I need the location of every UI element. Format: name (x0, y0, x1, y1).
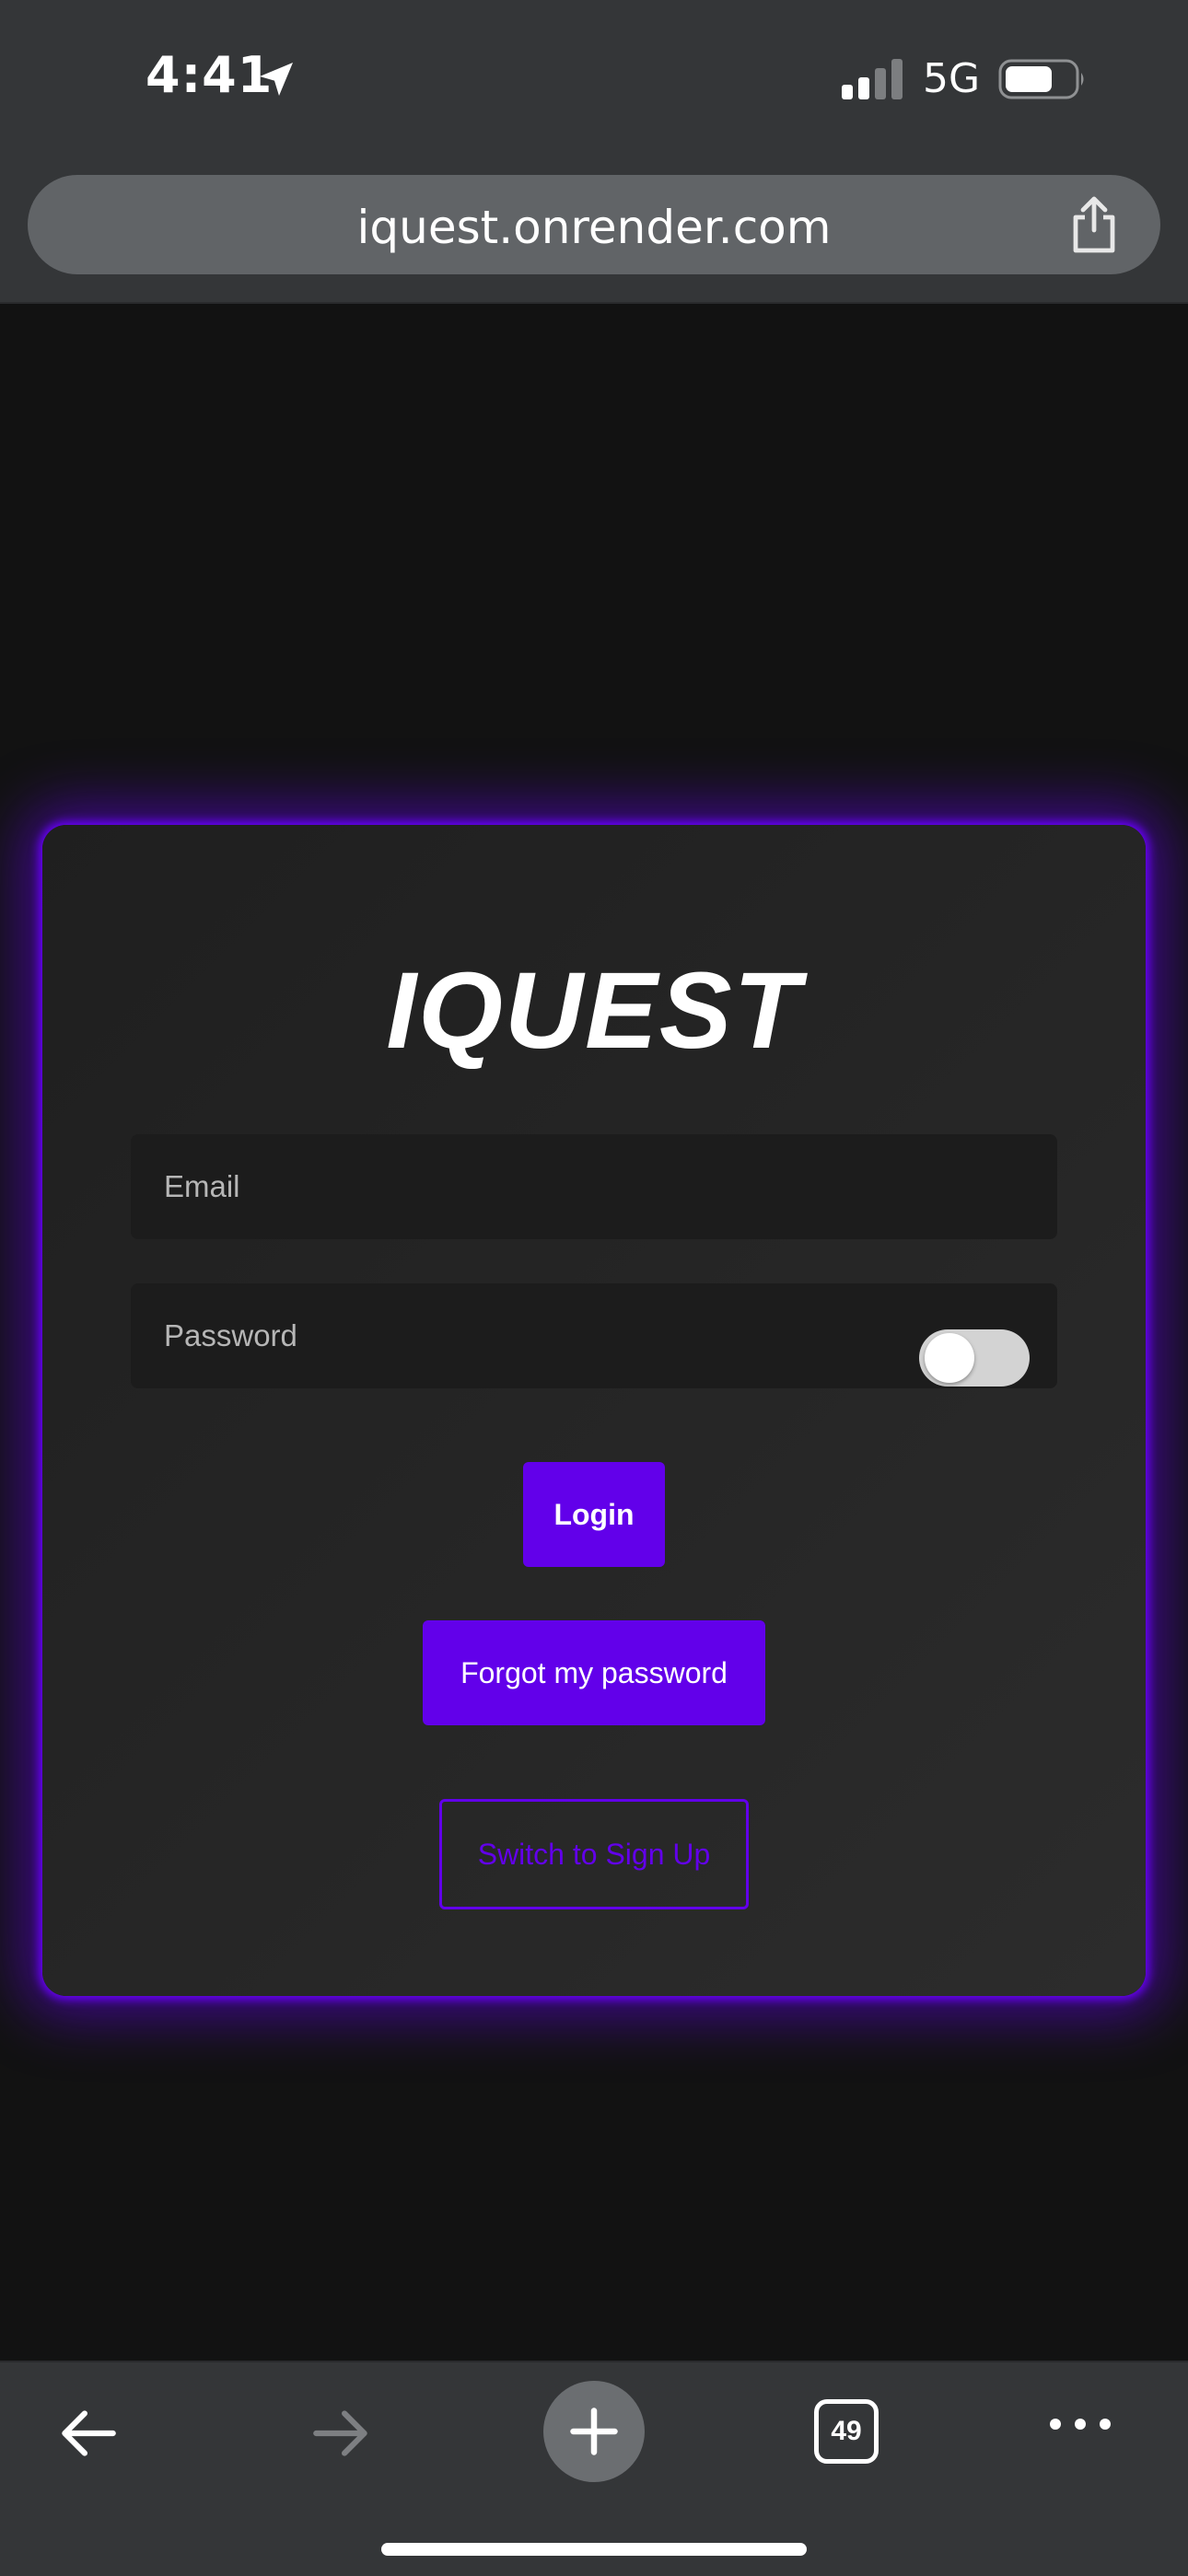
browser-address-area: iquest.onrender.com (0, 166, 1188, 304)
location-arrow-icon (260, 63, 293, 96)
toggle-knob (925, 1333, 974, 1383)
signal-icon (842, 59, 903, 99)
share-icon[interactable] (1066, 195, 1122, 254)
tabs-icon[interactable]: 49 (814, 2399, 879, 2464)
plus-icon (570, 2408, 618, 2455)
browser-toolbar: 49 (0, 2361, 1188, 2576)
show-password-toggle[interactable] (919, 1329, 1030, 1387)
switch-to-signup-button[interactable]: Switch to Sign Up (439, 1799, 749, 1909)
email-placeholder: Email (164, 1169, 240, 1203)
more-icon[interactable] (1046, 2410, 1114, 2438)
login-card: IQUEST Email Password Login Forgot my pa… (42, 825, 1146, 1996)
app-logo-title: IQUEST (386, 950, 802, 1072)
password-placeholder: Password (164, 1318, 297, 1352)
email-field[interactable]: Email (131, 1134, 1057, 1239)
back-arrow-icon[interactable] (53, 2399, 122, 2467)
battery-icon (998, 59, 1084, 99)
new-tab-button[interactable] (543, 2381, 645, 2482)
forgot-password-button[interactable]: Forgot my password (423, 1620, 765, 1725)
password-field[interactable]: Password (131, 1283, 1057, 1388)
home-indicator (381, 2543, 807, 2556)
login-button[interactable]: Login (523, 1462, 665, 1567)
forward-arrow-icon[interactable] (308, 2399, 376, 2467)
url-text[interactable]: iquest.onrender.com (28, 201, 1160, 254)
network-type: 5G (923, 55, 981, 102)
tab-count: 49 (831, 2416, 862, 2446)
status-bar: 4:41 5G (0, 0, 1188, 166)
address-bar[interactable]: iquest.onrender.com (28, 175, 1160, 274)
